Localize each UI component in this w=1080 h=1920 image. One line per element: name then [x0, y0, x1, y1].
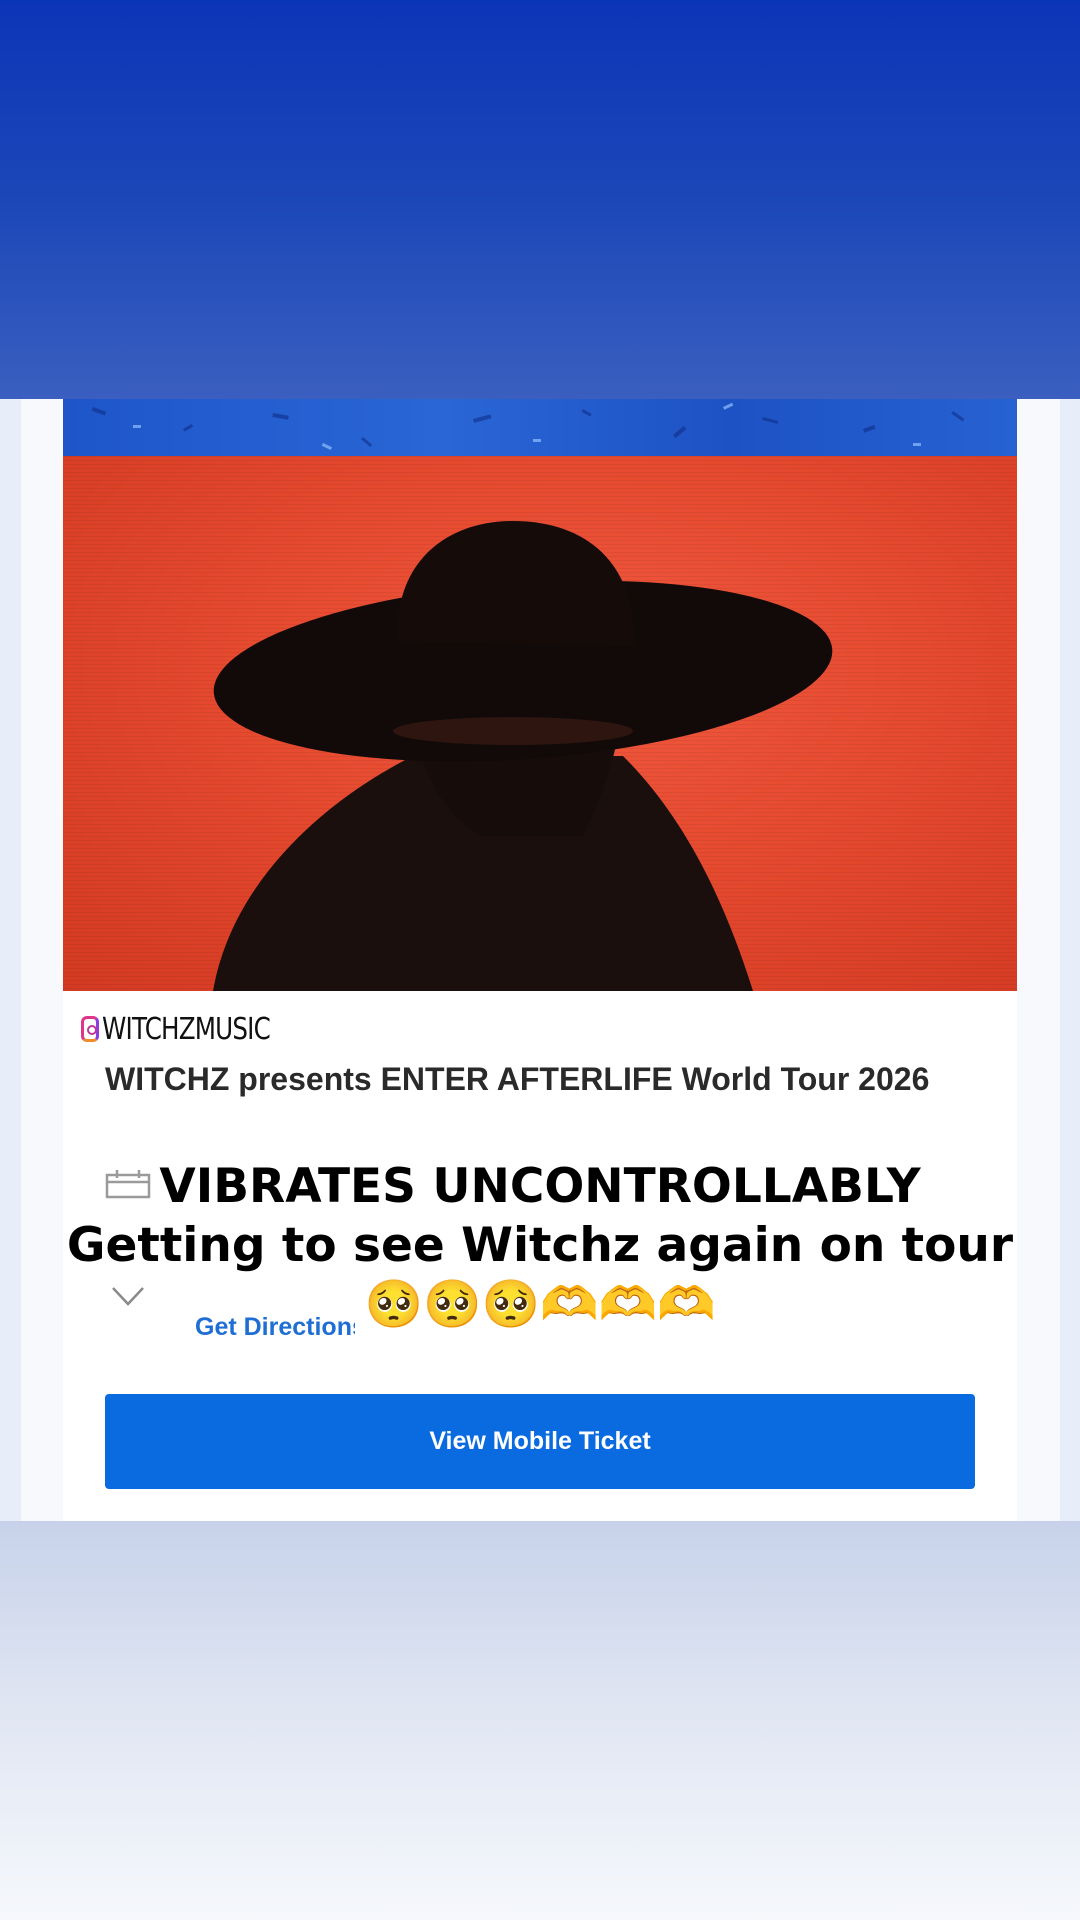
- instagram-handle: WITCHZMUSIC: [102, 1011, 271, 1047]
- instagram-handle-row: WITCHZMUSIC: [81, 1009, 307, 1049]
- left-edge: [0, 399, 21, 1521]
- bottom-gradient-band: [0, 1521, 1080, 1920]
- caption-emoji-line: 🥺🥺🥺🫶🫶🫶: [364, 1277, 716, 1332]
- confetti-pattern: [91, 402, 965, 450]
- right-gutter: [1017, 399, 1060, 1521]
- hat-silhouette-image: [63, 456, 1017, 991]
- caption-line-2: Getting to see Witchz again on tour: [66, 1218, 1014, 1273]
- ticket-card: WITCHZMUSIC WITCHZ presents ENTER AFTERL…: [63, 399, 1017, 1521]
- instagram-icon: [81, 1016, 99, 1042]
- artist-hero-image: [63, 456, 1017, 991]
- caption-line-1: VIBRATES UNCONTROLLABLY: [159, 1159, 921, 1214]
- story-caption-overlay: VIBRATES UNCONTROLLABLY Getting to see W…: [63, 1157, 1017, 1334]
- right-edge: [1060, 399, 1080, 1521]
- left-gutter: [21, 399, 63, 1521]
- top-blue-band: [0, 0, 1080, 399]
- view-mobile-ticket-button[interactable]: View Mobile Ticket: [105, 1394, 975, 1489]
- event-title: WITCHZ presents ENTER AFTERLIFE World To…: [105, 1061, 930, 1097]
- hero-top-strip: [63, 399, 1017, 456]
